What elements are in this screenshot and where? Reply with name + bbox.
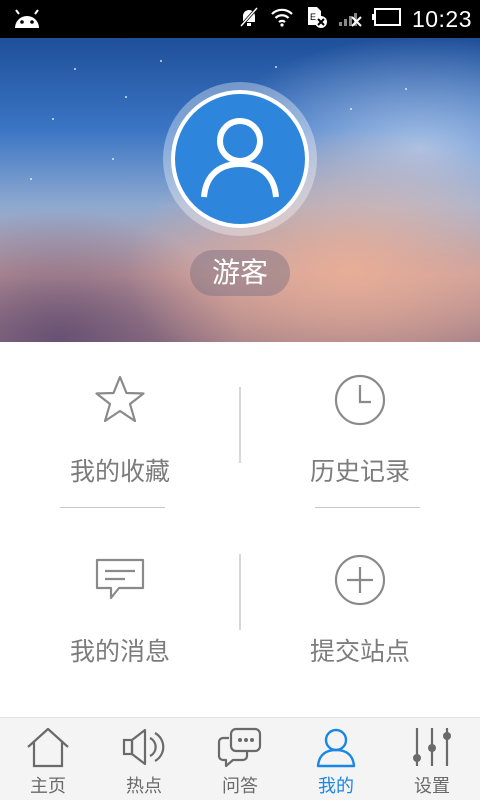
add-circle-icon <box>333 552 387 608</box>
vertical-divider <box>239 387 241 463</box>
username-label[interactable]: 游客 <box>190 250 290 296</box>
profile-header: 游客 <box>0 38 480 342</box>
signal-icon <box>338 7 362 31</box>
bottom-tab-bar: 主页 热点 问答 我的 设置 <box>0 717 480 800</box>
menu-item-messages[interactable]: 我的消息 <box>0 522 240 672</box>
menu-grid: 我的收藏 历史记录 我的消息 提交站点 <box>0 342 480 717</box>
avatar[interactable] <box>171 90 309 228</box>
status-time: 10:23 <box>411 5 472 32</box>
user-avatar-icon <box>190 107 290 211</box>
menu-item-label: 我的消息 <box>69 637 170 666</box>
menu-item-label: 我的收藏 <box>69 457 170 486</box>
android-icon <box>12 8 42 34</box>
horizontal-divider <box>315 507 420 508</box>
tab-label: 问答 <box>222 776 258 797</box>
star-icon <box>94 372 146 428</box>
tab-hot[interactable]: 热点 <box>96 718 192 800</box>
status-bar: E 10:23 <box>0 0 480 38</box>
svg-text:E: E <box>310 12 316 22</box>
menu-item-submit-site[interactable]: 提交站点 <box>240 522 480 672</box>
message-icon <box>93 552 147 608</box>
tab-home[interactable]: 主页 <box>0 718 96 800</box>
clock-icon <box>333 372 387 428</box>
menu-item-label: 历史记录 <box>309 457 410 486</box>
vertical-divider <box>239 554 241 630</box>
tab-label: 我的 <box>318 776 354 797</box>
sim-card-disabled-icon: E <box>304 5 328 33</box>
wifi-icon <box>270 7 294 31</box>
battery-icon <box>371 8 402 30</box>
tab-label: 设置 <box>414 776 450 797</box>
tab-settings[interactable]: 设置 <box>384 718 480 800</box>
home-icon <box>25 724 71 770</box>
speaker-icon <box>121 724 167 770</box>
tab-mine[interactable]: 我的 <box>288 718 384 800</box>
menu-item-history[interactable]: 历史记录 <box>240 342 480 492</box>
menu-item-favorites[interactable]: 我的收藏 <box>0 342 240 492</box>
horizontal-divider <box>60 507 165 508</box>
sliders-icon <box>409 724 455 770</box>
notifications-muted-icon <box>238 6 260 32</box>
tab-label: 主页 <box>30 776 66 797</box>
user-icon <box>313 724 359 770</box>
menu-item-label: 提交站点 <box>309 637 410 666</box>
chat-icon <box>217 724 263 770</box>
tab-qa[interactable]: 问答 <box>192 718 288 800</box>
tab-label: 热点 <box>126 776 162 797</box>
